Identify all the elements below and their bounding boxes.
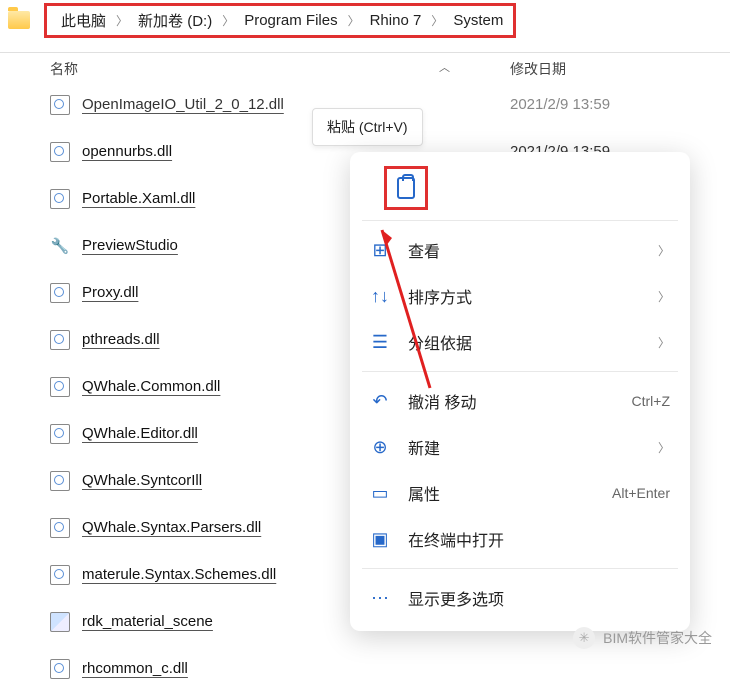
menu-item-prop[interactable]: ▭ 属性 Alt+Enter: [350, 470, 690, 516]
file-name: opennurbs.dll: [82, 143, 172, 160]
context-menu-quickactions: [350, 162, 690, 214]
menu-item-group[interactable]: ☰ 分组依据 〉: [350, 319, 690, 365]
img-icon: [50, 612, 70, 632]
dll-icon: [50, 189, 70, 209]
breadcrumb-segment[interactable]: Program Files: [244, 12, 337, 29]
file-name: PreviewStudio: [82, 237, 178, 254]
menu-separator: [362, 220, 678, 221]
dll-icon: [50, 565, 70, 585]
chevron-right-icon: 〉: [222, 12, 234, 29]
file-name: QWhale.SyntcorIll: [82, 472, 202, 489]
menu-label: 分组依据: [408, 330, 640, 354]
gear-icon: 🔧: [50, 236, 70, 256]
file-name: materule.Syntax.Schemes.dll: [82, 566, 276, 583]
dll-icon: [50, 142, 70, 162]
dll-icon: [50, 283, 70, 303]
chevron-right-icon: 〉: [658, 439, 670, 456]
menu-shortcut: Alt+Enter: [612, 485, 670, 501]
column-headers: 名称 ︿ 修改日期: [0, 53, 730, 79]
more-icon: ⋯: [370, 588, 390, 608]
paste-tooltip: 粘贴 (Ctrl+V): [312, 108, 423, 146]
breadcrumb-segment[interactable]: System: [453, 12, 503, 29]
sort-icon: ↑↓: [370, 286, 390, 306]
wechat-icon: ✳: [573, 627, 595, 649]
chevron-right-icon: 〉: [658, 288, 670, 305]
context-menu: ⊞查看〉↑↓排序方式〉☰分组依据〉 ↶撤消 移动Ctrl+Z⊕新建〉▭属性Alt…: [350, 152, 690, 631]
term-icon: ▣: [370, 529, 390, 549]
chevron-right-icon: 〉: [348, 12, 360, 29]
chevron-right-icon: 〉: [658, 242, 670, 259]
chevron-right-icon: 〉: [431, 12, 443, 29]
file-name: rdk_material_scene: [82, 613, 213, 630]
watermark-text: BIM软件管家大全: [603, 628, 712, 648]
menu-item-term[interactable]: ▣ 在终端中打开: [350, 516, 690, 562]
menu-label: 在终端中打开: [408, 527, 670, 551]
dll-icon: [50, 659, 70, 679]
prop-icon: ▭: [370, 483, 390, 503]
menu-item-undo[interactable]: ↶ 撤消 移动 Ctrl+Z: [350, 378, 690, 424]
file-date: 2021/2/9 13:59: [510, 81, 730, 128]
breadcrumb-segment[interactable]: Rhino 7: [370, 12, 422, 29]
menu-separator: [362, 568, 678, 569]
new-icon: ⊕: [370, 437, 390, 457]
column-date[interactable]: 修改日期: [510, 59, 690, 79]
menu-label: 新建: [408, 435, 640, 459]
file-name: Proxy.dll: [82, 284, 138, 301]
chevron-right-icon: 〉: [658, 334, 670, 351]
dll-icon: [50, 377, 70, 397]
file-row[interactable]: rhcommon_c.dll: [50, 645, 510, 692]
chevron-right-icon: 〉: [116, 12, 128, 29]
sort-caret-icon: ︿: [439, 59, 450, 79]
file-name: QWhale.Editor.dll: [82, 425, 198, 442]
menu-item-more[interactable]: ⋯ 显示更多选项: [350, 575, 690, 621]
undo-icon: ↶: [370, 391, 390, 411]
menu-item-view[interactable]: ⊞ 查看 〉: [350, 227, 690, 273]
dll-icon: [50, 518, 70, 538]
file-name: rhcommon_c.dll: [82, 660, 188, 677]
menu-item-sort[interactable]: ↑↓ 排序方式 〉: [350, 273, 690, 319]
menu-label: 查看: [408, 238, 640, 262]
menu-separator: [362, 371, 678, 372]
dll-icon: [50, 471, 70, 491]
menu-label: 显示更多选项: [408, 586, 670, 610]
file-name: QWhale.Syntax.Parsers.dll: [82, 519, 261, 536]
dll-icon: [50, 95, 70, 115]
menu-label: 属性: [408, 481, 594, 505]
breadcrumb[interactable]: 此电脑〉新加卷 (D:)〉Program Files〉Rhino 7〉Syste…: [44, 3, 516, 38]
file-name: QWhale.Common.dll: [82, 378, 220, 395]
group-icon: ☰: [370, 332, 390, 352]
breadcrumb-segment[interactable]: 新加卷 (D:): [138, 10, 212, 31]
folder-icon: [8, 11, 30, 29]
menu-shortcut: Ctrl+Z: [632, 393, 671, 409]
paste-button[interactable]: [384, 166, 428, 210]
menu-label: 排序方式: [408, 284, 640, 308]
menu-label: 撤消 移动: [408, 389, 614, 413]
file-name: OpenImageIO_Util_2_0_12.dll: [82, 96, 284, 113]
dll-icon: [50, 424, 70, 444]
breadcrumb-segment[interactable]: 此电脑: [61, 10, 106, 31]
address-bar: 此电脑〉新加卷 (D:)〉Program Files〉Rhino 7〉Syste…: [0, 0, 730, 40]
file-name: Portable.Xaml.dll: [82, 190, 195, 207]
file-name: pthreads.dll: [82, 331, 160, 348]
watermark: ✳ BIM软件管家大全: [573, 627, 712, 649]
view-icon: ⊞: [370, 240, 390, 260]
menu-item-new[interactable]: ⊕ 新建 〉: [350, 424, 690, 470]
file-row[interactable]: OpenImageIO_Util_2_0_12.dll: [50, 81, 510, 128]
dll-icon: [50, 330, 70, 350]
clipboard-icon: [397, 177, 415, 199]
